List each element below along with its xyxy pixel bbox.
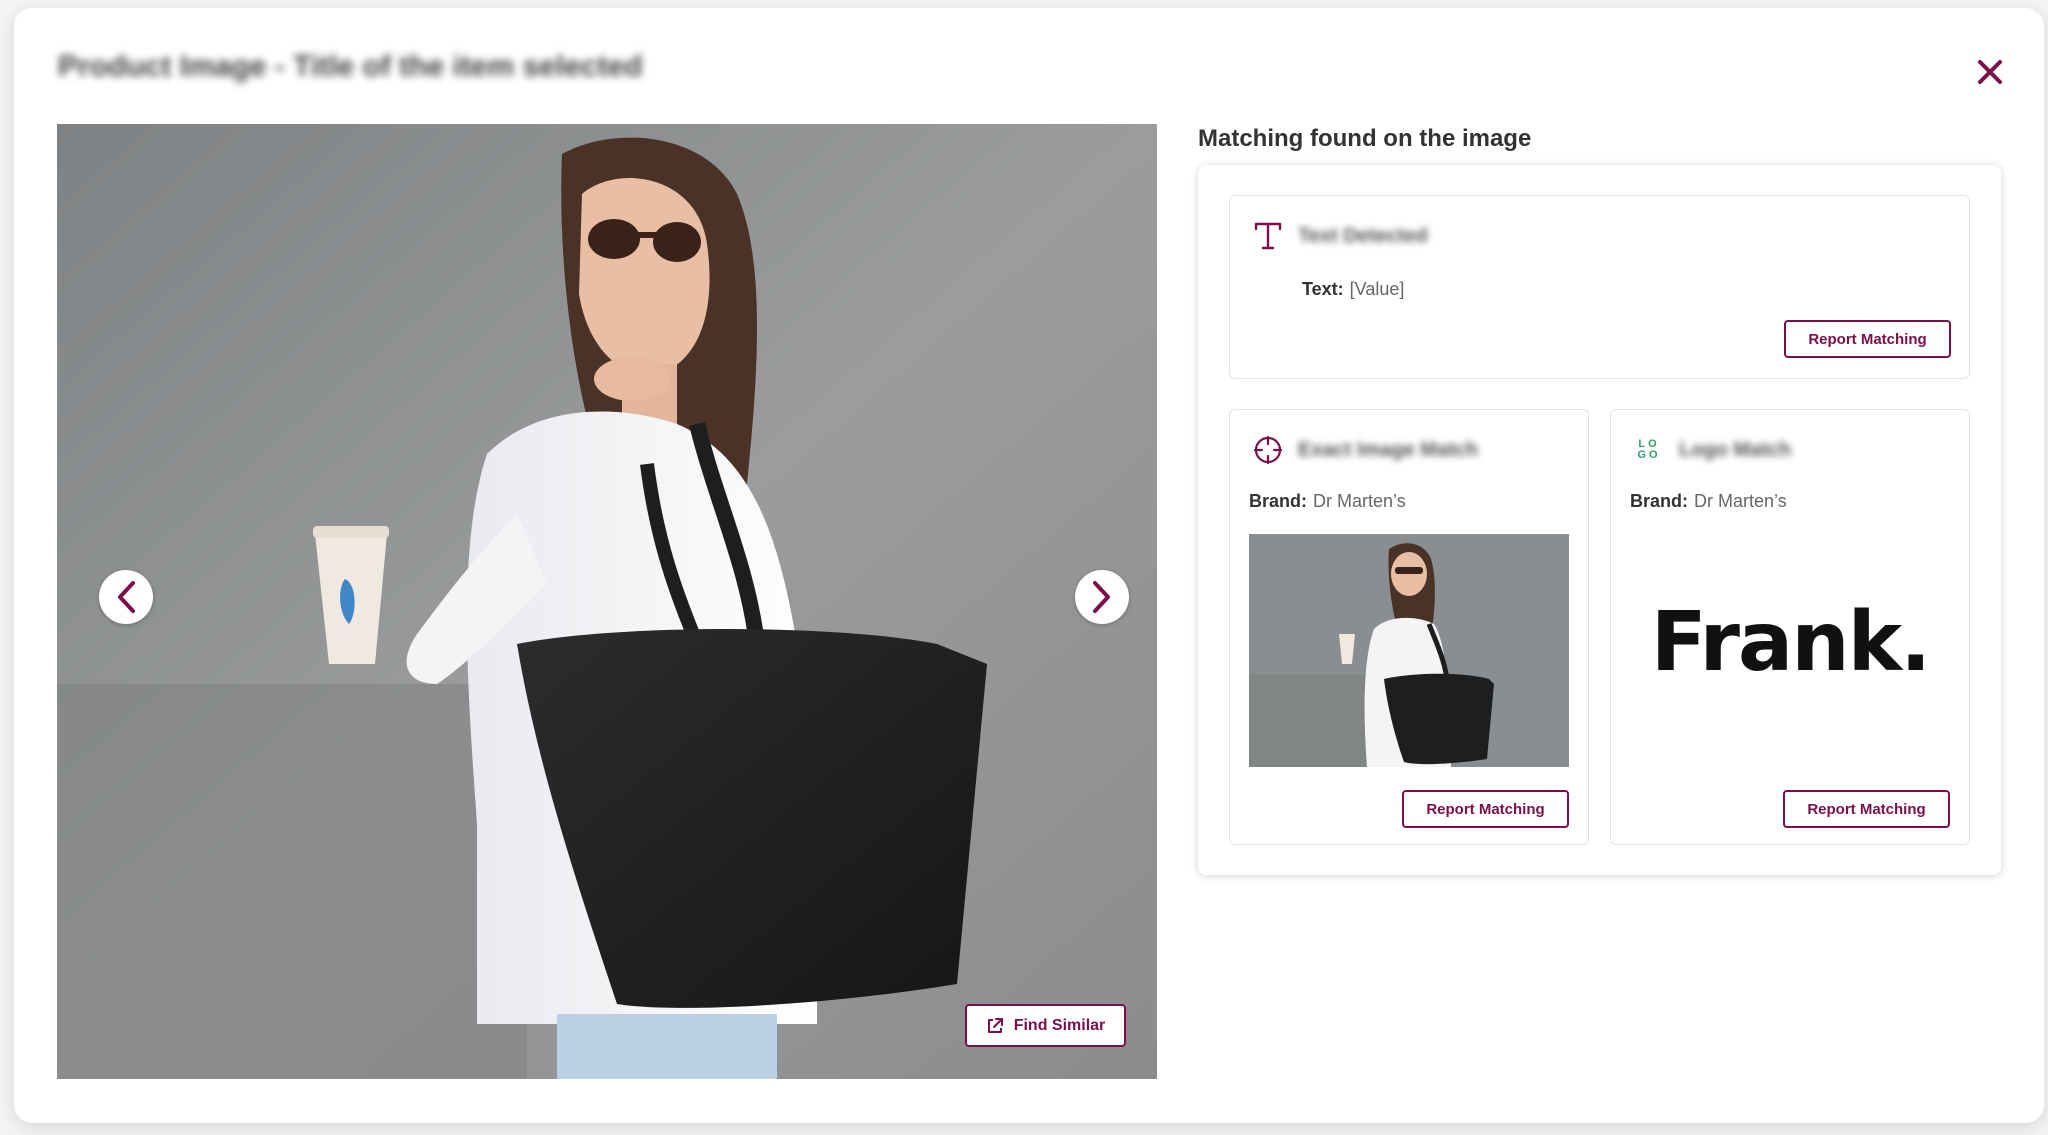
chevron-right-icon — [1093, 581, 1110, 613]
find-similar-button[interactable]: Find Similar — [965, 1004, 1126, 1047]
logo-match-card: LO GO Logo Match Brand: Dr Marten’s Frank… — [1610, 409, 1970, 845]
report-matching-button-exact[interactable]: Report Matching — [1402, 790, 1569, 828]
report-matching-button-logo[interactable]: Report Matching — [1783, 790, 1950, 828]
chevron-left-icon — [118, 581, 135, 613]
exact-brand-field: Brand: Dr Marten’s — [1249, 491, 1406, 512]
report-matching-button-text[interactable]: Report Matching — [1784, 320, 1951, 358]
logo-match-title: Logo Match — [1679, 438, 1792, 461]
close-icon — [1978, 60, 2002, 84]
matching-panel: Text Detected Text: [Value] Report Matchi… — [1198, 165, 2001, 875]
exact-image-match-header: Exact Image Match — [1252, 434, 1478, 466]
matching-heading: Matching found on the image — [1198, 125, 1532, 152]
close-button[interactable] — [1970, 52, 2010, 92]
text-icon — [1252, 220, 1284, 252]
next-image-button[interactable] — [1075, 570, 1129, 624]
logo-icon: LO GO — [1633, 434, 1665, 466]
text-field-label: Text: — [1302, 279, 1344, 299]
logo-match-header: LO GO Logo Match — [1633, 434, 1791, 466]
text-detected-card: Text Detected Text: [Value] Report Matchi… — [1229, 195, 1970, 379]
crosshair-icon — [1252, 434, 1284, 466]
logo-brand-label: Brand: — [1630, 491, 1688, 511]
logo-icon-bottom: GO — [1637, 449, 1661, 461]
product-image: Find Similar — [57, 124, 1157, 1079]
external-link-icon — [987, 1017, 1003, 1033]
image-match-modal: Product Image - Title of the item select… — [14, 8, 2044, 1123]
exact-brand-value: Dr Marten’s — [1313, 491, 1406, 511]
exact-image-match-card: Exact Image Match Brand: Dr Marten’s Rep… — [1229, 409, 1589, 845]
text-detected-header: Text Detected — [1252, 220, 1428, 252]
exact-brand-label: Brand: — [1249, 491, 1307, 511]
text-detected-title: Text Detected — [1298, 224, 1428, 247]
logo-brand-value: Dr Marten’s — [1694, 491, 1787, 511]
matched-logo: Frank. — [1650, 595, 1932, 690]
find-similar-label: Find Similar — [1013, 1016, 1106, 1034]
product-photo — [57, 124, 1157, 1079]
previous-image-button[interactable] — [99, 570, 153, 624]
logo-brand-field: Brand: Dr Marten’s — [1630, 491, 1787, 512]
text-field: Text: [Value] — [1302, 279, 1404, 300]
matched-image-thumbnail — [1249, 534, 1569, 767]
text-field-value: [Value] — [1349, 279, 1405, 299]
exact-image-match-title: Exact Image Match — [1298, 438, 1479, 461]
modal-title: Product Image - Title of the item select… — [58, 50, 643, 83]
